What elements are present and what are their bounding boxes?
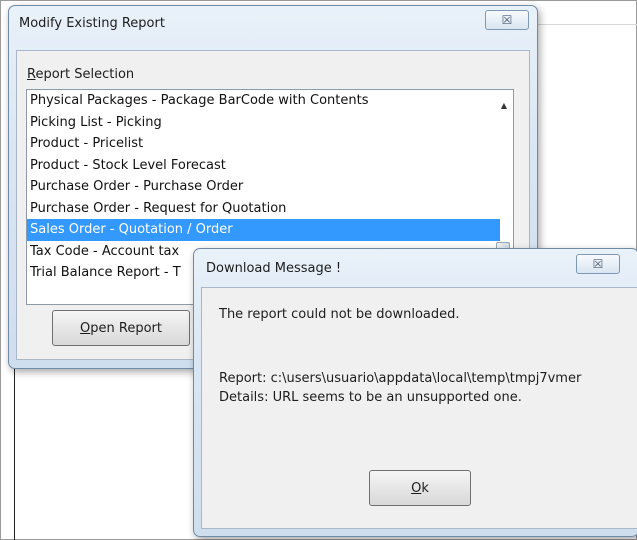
ok-button[interactable]: Ok <box>369 470 471 506</box>
close-button[interactable]: ☒ <box>576 254 620 274</box>
open-report-button[interactable]: Open Report <box>52 310 190 346</box>
details-text: Details: URL seems to be an unsupported … <box>219 390 522 405</box>
dialog-client-area: The report could not be downloaded. Repo… <box>201 287 637 529</box>
download-message-dialog: Download Message ! ☒ The report could no… <box>193 248 637 537</box>
list-item[interactable]: Product - Stock Level Forecast <box>27 155 500 177</box>
list-item[interactable]: Purchase Order - Request for Quotation <box>27 198 500 220</box>
report-selection-label: Report Selection <box>27 67 135 82</box>
list-item[interactable]: Physical Packages - Package BarCode with… <box>27 90 500 112</box>
scroll-up-icon[interactable]: ▲ <box>501 101 507 110</box>
close-button[interactable]: ☒ <box>485 10 529 30</box>
close-icon: ☒ <box>501 13 513 27</box>
list-item[interactable]: Purchase Order - Purchase Order <box>27 176 500 198</box>
list-item-selected[interactable]: Sales Order - Quotation / Order <box>27 219 500 241</box>
dialog-title: Modify Existing Report <box>19 16 165 31</box>
close-icon: ☒ <box>592 257 604 271</box>
error-message: The report could not be downloaded. <box>219 307 460 322</box>
list-item[interactable]: Product - Pricelist <box>27 133 500 155</box>
list-item[interactable]: Picking List - Picking <box>27 112 500 134</box>
document-rule <box>538 24 637 25</box>
report-path-text: Report: c:\users\usuario\appdata\local\t… <box>219 371 582 386</box>
dialog-title: Download Message ! <box>206 261 342 276</box>
